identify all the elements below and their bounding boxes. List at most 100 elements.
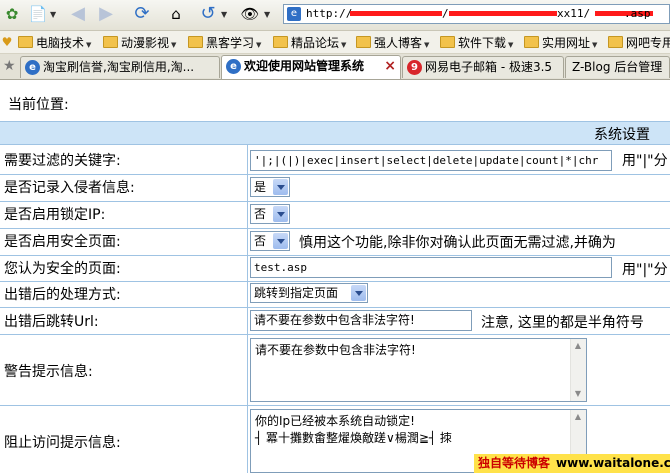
textarea-line: ┤ 冪十攤數畬整燿煥敵蹉∨楊潤≧┤ 拺 <box>255 431 452 445</box>
dropdown-icon: ▼ <box>592 41 598 49</box>
safe-pages-note: 用"|"分 <box>622 262 668 278</box>
keywords-label: 需要过滤的关键字: <box>4 153 121 169</box>
folder-icon <box>440 36 455 48</box>
dropdown-icon: ▼ <box>256 41 262 49</box>
tab-label: 淘宝刷信誉,淘宝刷信用,淘... <box>43 60 195 74</box>
bookmark-label: 软件下载 <box>458 36 507 50</box>
star-icon[interactable]: ★ <box>3 58 16 74</box>
privacy-dropdown-icon[interactable]: ▼ <box>264 10 270 19</box>
page-favicon-icon: e <box>287 7 301 21</box>
browser-toolbar: ✿ 📄 ▼ ◀ ▶ ⟳ ⌂ ↺ ▼ 👁 ▼ e http:// / xx11/ … <box>0 0 670 31</box>
row-divider <box>0 201 670 202</box>
address-prefix: http:// <box>306 7 353 20</box>
error-url-note: 注意, 这里的都是半角符号 <box>481 315 644 331</box>
block-message-label: 阻止访问提示信息: <box>4 435 121 451</box>
select-value: 跳转到指定页面 <box>254 286 339 300</box>
lock-ip-select[interactable]: 否 <box>250 204 290 224</box>
section-title: 系统设置 <box>594 127 650 143</box>
scroll-down-icon[interactable]: ▼ <box>573 389 583 399</box>
safe-pages-input[interactable]: test.asp <box>250 257 612 278</box>
scroll-up-icon[interactable]: ▲ <box>573 412 583 422</box>
dropdown-icon <box>273 179 288 195</box>
bookmark-folder[interactable]: 黑客学习 ▼ <box>188 34 261 51</box>
folder-icon <box>103 36 118 48</box>
tab-email[interactable]: 9 网易电子邮箱 - 极速3.5 <box>402 56 564 78</box>
tab-label: 网易电子邮箱 - 极速3.5 <box>425 60 553 74</box>
row-divider <box>0 307 670 308</box>
new-page-icon[interactable]: 📄 <box>28 4 48 24</box>
close-tab-icon[interactable]: × <box>384 56 396 77</box>
row-divider <box>0 255 670 256</box>
bookmark-label: 实用网址 <box>542 36 591 50</box>
bookmark-folder[interactable]: 网吧专用 <box>608 34 670 51</box>
bookmark-folder[interactable]: 动漫影视 ▼ <box>103 34 176 51</box>
folder-icon <box>273 36 288 48</box>
tab-favicon-icon: e <box>226 59 241 74</box>
dropdown-icon <box>351 285 366 301</box>
bookmark-folder[interactable]: 电脑技术 ▼ <box>18 34 91 51</box>
bookmark-folder[interactable]: 强人博客 ▼ <box>356 34 429 51</box>
row-divider <box>0 228 670 229</box>
blog-watermark: 独自等待博客 www.waitalone.cn <box>474 454 670 473</box>
bookmark-folder[interactable]: 精品论坛 ▼ <box>273 34 346 51</box>
warning-message-textarea[interactable]: 请不要在参数中包含非法字符! ▲ ▼ <box>250 338 587 402</box>
app-icon[interactable]: ✿ <box>2 4 22 24</box>
folder-icon <box>356 36 371 48</box>
bookmark-folder[interactable]: 实用网址 ▼ <box>524 34 597 51</box>
textarea-value: 请不要在参数中包含非法字符! <box>255 343 416 357</box>
refresh-icon[interactable]: ⟳ <box>132 4 152 24</box>
error-action-label: 出错后的处理方式: <box>4 287 121 303</box>
tab-label: 欢迎使用网站管理系统 <box>244 59 365 73</box>
safe-page-select[interactable]: 否 <box>250 231 290 251</box>
tab-strip: ★ e 淘宝刷信誉,淘宝刷信用,淘... e 欢迎使用网站管理系统 × 9 网易… <box>0 54 670 80</box>
tab-zblog[interactable]: Z-Blog 后台管理 <box>565 56 670 78</box>
bookmark-label: 动漫影视 <box>121 36 170 50</box>
textarea-line: 你的Ip已经被本系统自动锁定! <box>255 414 415 428</box>
redaction-mark <box>350 11 442 16</box>
forward-icon[interactable]: ▶ <box>96 4 116 24</box>
bookmark-folder[interactable]: 软件下载 ▼ <box>440 34 513 51</box>
scrollbar[interactable]: ▲▼ <box>570 339 586 401</box>
dropdown-icon: ▼ <box>508 41 514 49</box>
favorites-icon[interactable]: ♥ <box>0 32 14 52</box>
undo-icon[interactable]: ↺ <box>198 4 218 24</box>
keywords-input[interactable]: '|;|(|)|exec|insert|select|delete|update… <box>250 150 612 171</box>
row-divider <box>0 334 670 335</box>
row-divider <box>0 281 670 282</box>
error-action-select[interactable]: 跳转到指定页面 <box>250 283 368 303</box>
bookmark-label: 强人博客 <box>374 36 423 50</box>
address-separator: / <box>442 7 449 20</box>
column-divider <box>247 144 248 473</box>
privacy-icon[interactable]: 👁 <box>240 4 260 24</box>
tab-admin[interactable]: e 欢迎使用网站管理系统 × <box>221 55 401 79</box>
new-page-dropdown-icon[interactable]: ▼ <box>50 10 56 19</box>
error-url-input[interactable]: 请不要在参数中包含非法字符! <box>250 310 472 331</box>
tab-taobao[interactable]: e 淘宝刷信誉,淘宝刷信用,淘... <box>20 56 220 78</box>
dropdown-icon <box>273 233 288 249</box>
tab-favicon-icon: 9 <box>407 60 422 75</box>
page-content: 当前位置: 系统设置 需要过滤的关键字: '|;|(|)|exec|insert… <box>0 80 670 473</box>
dropdown-icon: ▼ <box>86 41 92 49</box>
log-intruder-select[interactable]: 是 <box>250 177 290 197</box>
folder-icon <box>18 36 33 48</box>
dropdown-icon <box>273 206 288 222</box>
error-url-label: 出错后跳转Url: <box>4 314 99 330</box>
address-suffix: .asp <box>624 7 651 20</box>
bookmark-label: 黑客学习 <box>206 36 255 50</box>
select-value: 否 <box>254 207 267 221</box>
breadcrumb: 当前位置: <box>8 97 69 113</box>
redaction-mark <box>449 11 557 16</box>
watermark-url: www.waitalone.cn <box>556 456 670 470</box>
row-divider <box>0 405 670 406</box>
undo-dropdown-icon[interactable]: ▼ <box>221 10 227 19</box>
scroll-up-icon[interactable]: ▲ <box>573 341 583 351</box>
folder-icon <box>524 36 539 48</box>
tab-favicon-icon: e <box>25 60 40 75</box>
warning-message-label: 警告提示信息: <box>4 364 93 380</box>
home-icon[interactable]: ⌂ <box>166 4 186 24</box>
dropdown-icon: ▼ <box>171 41 177 49</box>
back-icon[interactable]: ◀ <box>68 4 88 24</box>
dropdown-icon: ▼ <box>341 41 347 49</box>
address-bar[interactable]: e http:// / xx11/ .asp <box>283 4 670 24</box>
safe-page-note: 慎用这个功能,除非你对确认此页面无需过滤,并确为 <box>299 235 616 251</box>
